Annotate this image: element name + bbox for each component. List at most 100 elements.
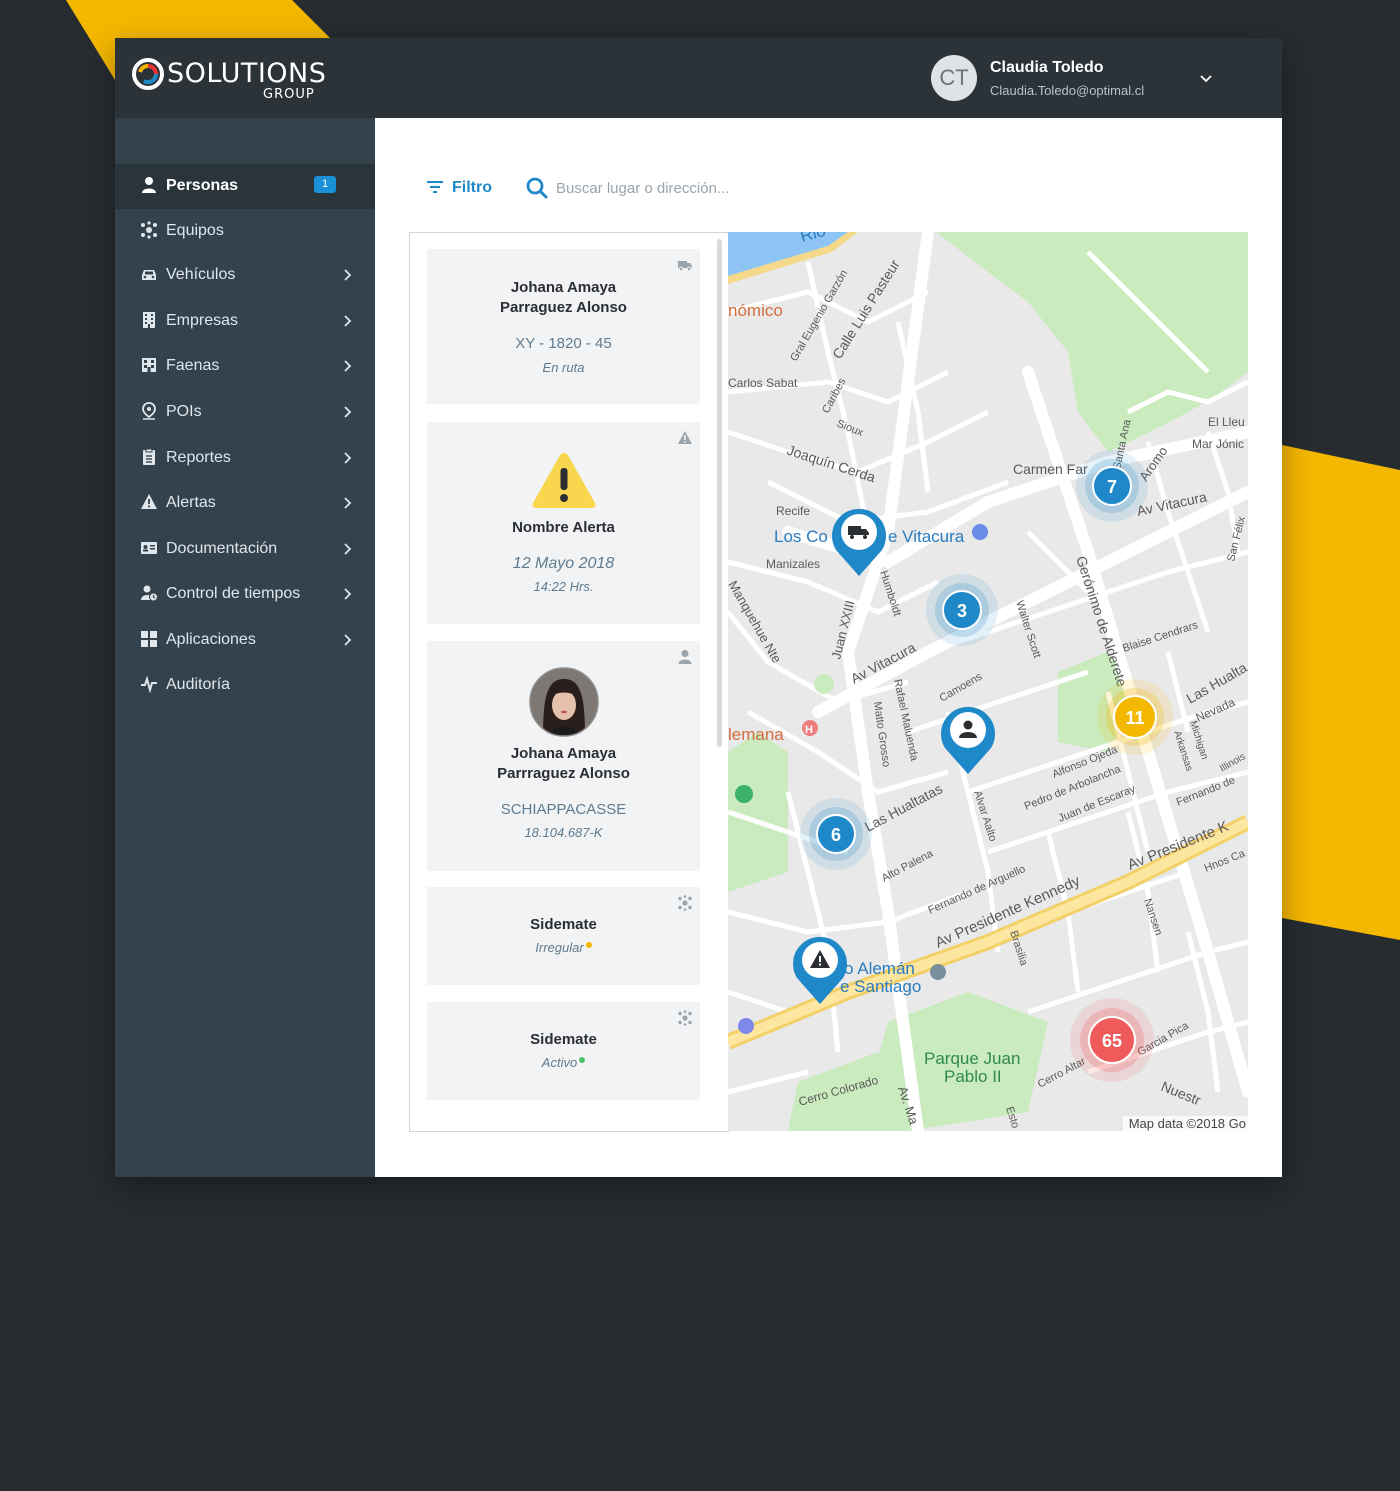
chevron-right-icon — [344, 315, 352, 327]
cluster-marker[interactable]: 11 — [1097, 679, 1173, 755]
chevron-right-icon — [344, 452, 352, 464]
status-dot-active — [579, 1057, 586, 1063]
warning-icon — [141, 494, 157, 509]
team-status: Activo — [427, 1055, 700, 1070]
user-avatar[interactable]: CT — [931, 55, 977, 101]
street-label: Recife — [776, 504, 810, 518]
list-item-alert[interactable]: Nombre Alerta 12 Mayo 2018 14:22 Hrs. — [427, 422, 700, 624]
filter-button[interactable]: Filtro — [426, 176, 506, 200]
place-label: o Alemán — [844, 959, 915, 978]
alert-date: 12 Mayo 2018 — [512, 555, 615, 572]
chevron-right-icon — [344, 269, 352, 281]
team-name: Sidemate — [530, 916, 597, 933]
person-icon — [142, 177, 156, 193]
sidebar-item-faenas[interactable]: Faenas — [115, 344, 375, 389]
user-name: Claudia Toledo — [990, 59, 1104, 76]
sidebar-item-pois[interactable]: POIs — [115, 390, 375, 435]
search-input[interactable] — [552, 176, 820, 200]
school-icon[interactable] — [930, 964, 946, 980]
list-item-vehicle[interactable]: Johana Amaya Parraguez Alonso XY - 1820 … — [427, 249, 700, 404]
sidebar-item-label: POIs — [166, 403, 202, 420]
filter-label: Filtro — [452, 179, 492, 196]
sidebar-item-aplicaciones[interactable]: Aplicaciones — [115, 618, 375, 663]
grid-icon — [141, 631, 157, 647]
truck-icon — [678, 261, 692, 272]
chevron-down-icon[interactable] — [1199, 72, 1213, 86]
team-icon — [141, 221, 157, 239]
cluster-count: 6 — [831, 825, 841, 845]
cluster-count: 7 — [1107, 477, 1117, 497]
hotel-icon[interactable] — [738, 1018, 754, 1034]
vehicle-plate: XY - 1820 - 45 — [515, 335, 612, 352]
street-label: Carlos Sabat — [728, 376, 798, 390]
alert-warning-icon — [532, 453, 596, 508]
cluster-marker[interactable]: 6 — [800, 798, 872, 870]
search-icon[interactable] — [526, 177, 548, 199]
chevron-right-icon — [344, 588, 352, 600]
team-status-label: Activo — [541, 1055, 578, 1070]
sidebar-item-label: Alertas — [166, 494, 216, 511]
cluster-marker[interactable]: 3 — [926, 574, 998, 646]
street-label: Mar Jónic — [1192, 437, 1244, 451]
sidebar-item-label: Documentación — [166, 540, 278, 557]
sidebar-item-label: Personas — [166, 177, 239, 194]
place-label: e Vitacura — [888, 527, 965, 546]
sidebar-item-label: Empresas — [166, 312, 239, 329]
sidebar-item-vehiculos[interactable]: Vehículos — [115, 253, 375, 298]
sidebar-item-control-de-tiempos[interactable]: Control de tiempos — [115, 572, 375, 617]
vehicle-status: En ruta — [542, 360, 585, 375]
sidebar-item-label: Vehículos — [166, 266, 236, 283]
location-pin-icon — [142, 402, 156, 420]
sidebar: Personas 1 Equipos Vehículos Empresas Fa… — [115, 118, 375, 1177]
sidebar-item-label: Faenas — [166, 357, 220, 374]
person-rut: 18.104.687-K — [524, 825, 603, 840]
team-name: Sidemate — [530, 1031, 597, 1048]
logo-subtitle: GROUP — [263, 87, 315, 102]
poi-icon[interactable] — [972, 524, 988, 540]
alert-time: 14:22 Hrs. — [533, 579, 594, 594]
sidebar-item-personas[interactable]: Personas 1 — [115, 164, 375, 209]
place-label: Parque Juan — [924, 1049, 1020, 1068]
filter-icon — [427, 181, 443, 193]
list-item-team[interactable]: Sidemate Activo — [427, 1002, 700, 1100]
team-icon — [678, 1010, 692, 1026]
chevron-right-icon — [344, 360, 352, 372]
street-label: Manizales — [766, 557, 820, 571]
cluster-marker[interactable]: 65 — [1070, 998, 1154, 1082]
street-label: El Lleu — [1208, 415, 1245, 429]
logo-mark-icon — [132, 58, 164, 90]
sidebar-item-auditoria[interactable]: Auditoría — [115, 663, 375, 708]
sidebar-item-reportes[interactable]: Reportes — [115, 436, 375, 481]
list-scrollbar[interactable] — [717, 239, 722, 747]
logo[interactable]: SOLUTIONS GROUP — [131, 54, 331, 104]
map-view[interactable]: Calle Luis Pasteur Gral Eugenio Garzón C… — [728, 232, 1248, 1131]
team-icon — [678, 895, 692, 911]
sidebar-item-documentacion[interactable]: Documentación — [115, 527, 375, 572]
list-item-person[interactable]: Johana Amaya Parrraguez Alonso SCHIAPPAC… — [427, 641, 700, 871]
warning-icon — [678, 431, 692, 444]
sidebar-item-equipos[interactable]: Equipos — [115, 209, 375, 254]
person-name: Johana Amaya — [510, 745, 617, 762]
chevron-right-icon — [344, 634, 352, 646]
person-photo — [529, 667, 599, 737]
sidebar-item-label: Auditoría — [166, 676, 231, 693]
hospital-icon-glyph: H — [805, 724, 813, 736]
place-label: Pablo II — [944, 1067, 1002, 1086]
id-card-icon — [141, 542, 157, 554]
cluster-count: 3 — [957, 601, 967, 621]
list-item-team[interactable]: Sidemate Irregular — [427, 887, 700, 985]
building-icon — [143, 312, 155, 328]
sidebar-item-label: Aplicaciones — [166, 631, 256, 648]
sidebar-item-alertas[interactable]: Alertas — [115, 481, 375, 526]
sidebar-item-label: Control de tiempos — [166, 585, 301, 602]
card-title: Johana Amaya — [510, 279, 617, 296]
place-label: nómico — [728, 301, 783, 320]
cluster-marker[interactable]: 7 — [1076, 450, 1148, 522]
sidebar-item-empresas[interactable]: Empresas — [115, 299, 375, 344]
park-poi-icon[interactable] — [735, 785, 753, 803]
car-icon — [142, 270, 156, 280]
person-icon — [678, 650, 692, 664]
factory-icon — [142, 358, 156, 372]
person-company: SCHIAPPACASSE — [500, 801, 627, 818]
logo-wordmark: SOLUTIONS — [167, 58, 327, 89]
